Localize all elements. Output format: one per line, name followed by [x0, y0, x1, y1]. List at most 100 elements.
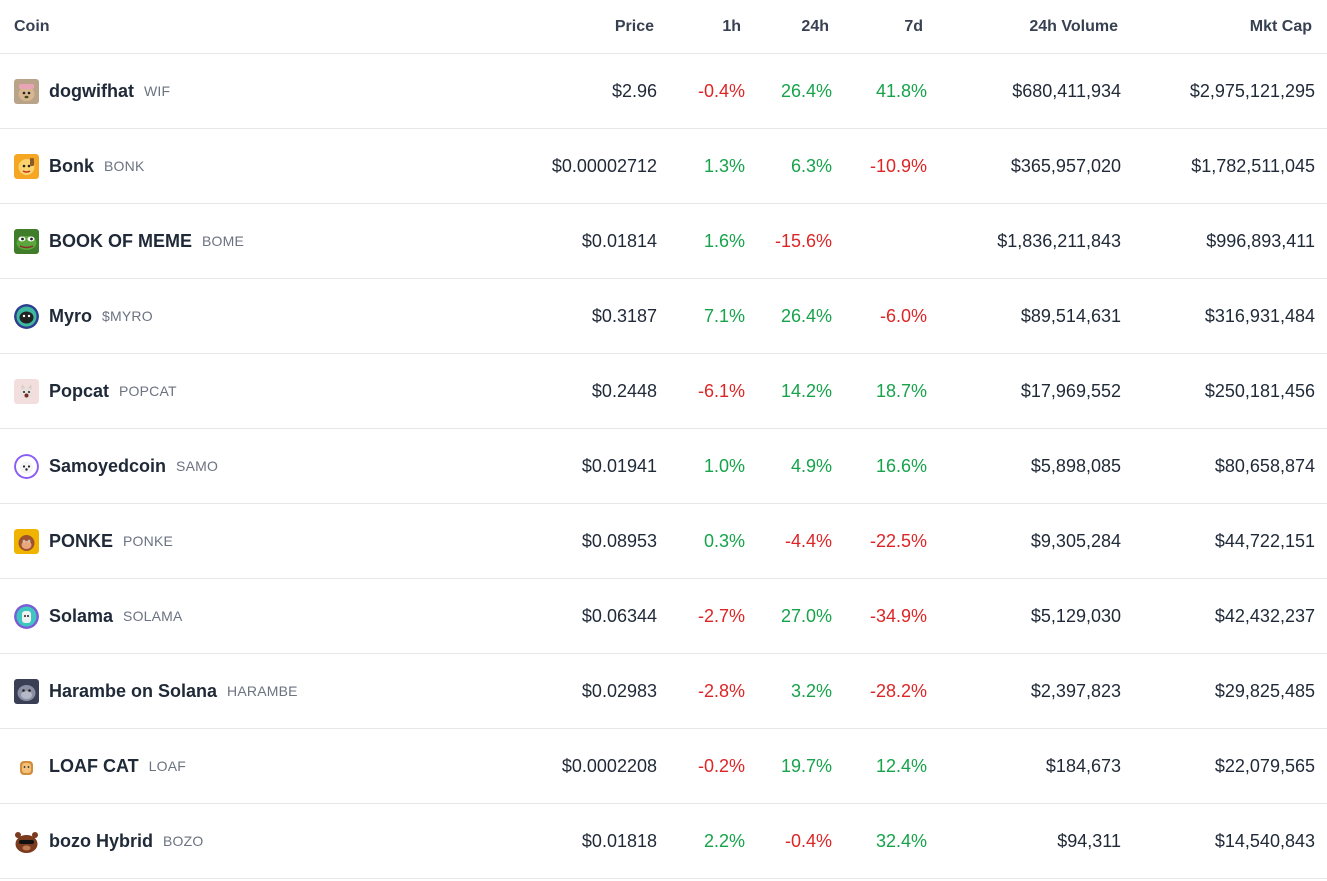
market-cap-cell: $996,893,411: [1206, 230, 1315, 251]
volume-24h-cell: $9,305,284: [1030, 530, 1121, 551]
bread-loaf-icon: [14, 753, 39, 779]
coin-cell[interactable]: Harambe on Solana HARAMBE: [14, 654, 434, 728]
table-row[interactable]: Bonk BONK $0.00002712 1.3% 6.3% -10.9% $365,95…: [0, 129, 1327, 204]
coin-cell[interactable]: Solama SOLAMA: [14, 579, 434, 653]
coin-symbol: HARAMBE: [227, 683, 298, 699]
change-1h-cell: 2.2%: [703, 830, 745, 851]
table-body: dogwifhat WIF $2.96 -0.4% 26.4% 41.8% $680,411…: [0, 54, 1327, 879]
coin-symbol: BONK: [104, 158, 145, 174]
table-row[interactable]: Samoyedcoin SAMO $0.01941 1.0% 4.9% 16.6% $5,8…: [0, 429, 1327, 504]
coin-name[interactable]: BOOK OF MEME: [49, 231, 192, 252]
change-7d-cell: 16.6%: [875, 455, 927, 476]
popcat-icon: [14, 378, 39, 404]
change-24h-cell: 27.0%: [780, 605, 832, 626]
table-row[interactable]: Myro $MYRO $0.3187 7.1% 26.4% -6.0% $89,514,63…: [0, 279, 1327, 354]
change-1h-cell: -2.8%: [697, 680, 745, 701]
change-7d-cell: 41.8%: [875, 80, 927, 101]
coin-cell[interactable]: PONKE PONKE: [14, 504, 434, 578]
coin-cell[interactable]: Popcat POPCAT: [14, 354, 434, 428]
change-1h-cell: -0.2%: [697, 755, 745, 776]
market-cap-cell: $42,432,237: [1214, 605, 1315, 626]
coin-name[interactable]: Myro: [49, 306, 92, 327]
header-24h-volume[interactable]: 24h Volume: [1029, 0, 1118, 53]
change-24h-cell: 26.4%: [780, 305, 832, 326]
header-price[interactable]: Price: [615, 0, 654, 53]
header-1h[interactable]: 1h: [722, 0, 741, 53]
bozo-bear-icon: [14, 828, 39, 854]
coin-name[interactable]: PONKE: [49, 531, 113, 552]
table-row[interactable]: Harambe on Solana HARAMBE $0.02983 -2.8% 3.2…: [0, 654, 1327, 729]
table-row[interactable]: LOAF CAT LOAF $0.0002208 -0.2% 19.7% 12.4% $18…: [0, 729, 1327, 804]
header-coin[interactable]: Coin: [14, 0, 434, 53]
table-row[interactable]: dogwifhat WIF $2.96 -0.4% 26.4% 41.8% $680,411…: [0, 54, 1327, 129]
market-cap-cell: $44,722,151: [1214, 530, 1315, 551]
change-7d-cell: -34.9%: [869, 605, 927, 626]
change-1h-cell: 1.0%: [703, 455, 745, 476]
change-7d-cell: -22.5%: [869, 530, 927, 551]
solama-llama-icon: [14, 603, 39, 629]
price-cell: $0.02983: [581, 680, 657, 701]
harambe-gorilla-icon: [14, 678, 39, 704]
coin-cell[interactable]: BOOK OF MEME BOME: [14, 204, 434, 278]
table-row[interactable]: Solama SOLAMA $0.06344 -2.7% 27.0% -34.9% $5,1…: [0, 579, 1327, 654]
price-cell: $0.2448: [591, 380, 657, 401]
change-24h-cell: 26.4%: [780, 80, 832, 101]
price-cell: $0.01941: [581, 455, 657, 476]
coin-name[interactable]: Samoyedcoin: [49, 456, 166, 477]
coin-name[interactable]: LOAF CAT: [49, 756, 139, 777]
change-7d-cell: 18.7%: [875, 380, 927, 401]
coin-symbol: PONKE: [123, 533, 174, 549]
coin-name[interactable]: Popcat: [49, 381, 109, 402]
coin-name[interactable]: bozo Hybrid: [49, 831, 153, 852]
price-cell: $2.96: [611, 80, 657, 101]
table-header: Coin Price 1h 24h 7d 24h Volume Mkt Cap: [0, 0, 1327, 54]
volume-24h-cell: $89,514,631: [1020, 305, 1121, 326]
coin-cell[interactable]: Bonk BONK: [14, 129, 434, 203]
table-row[interactable]: PONKE PONKE $0.08953 0.3% -4.4% -22.5% $9,305,…: [0, 504, 1327, 579]
table-row[interactable]: bozo Hybrid BOZO $0.01818 2.2% -0.4% 32.4% $94…: [0, 804, 1327, 879]
coin-cell[interactable]: LOAF CAT LOAF: [14, 729, 434, 803]
bonk-dog-icon: [14, 153, 39, 179]
change-7d-cell: 12.4%: [875, 755, 927, 776]
coin-name[interactable]: Solama: [49, 606, 113, 627]
change-24h-cell: 6.3%: [790, 155, 832, 176]
price-cell: $0.00002712: [551, 155, 657, 176]
price-cell: $0.0002208: [561, 755, 657, 776]
price-cell: $0.08953: [581, 530, 657, 551]
change-1h-cell: -0.4%: [697, 80, 745, 101]
market-cap-cell: $29,825,485: [1214, 680, 1315, 701]
price-cell: $0.01814: [581, 230, 657, 251]
coin-cell[interactable]: dogwifhat WIF: [14, 54, 434, 128]
market-cap-cell: $250,181,456: [1204, 380, 1315, 401]
change-7d-cell: -6.0%: [879, 305, 927, 326]
coin-table: Coin Price 1h 24h 7d 24h Volume Mkt Cap …: [0, 0, 1327, 879]
coin-symbol: BOZO: [163, 833, 204, 849]
coin-cell[interactable]: Samoyedcoin SAMO: [14, 429, 434, 503]
coin-symbol: SAMO: [176, 458, 219, 474]
market-cap-cell: $14,540,843: [1214, 830, 1315, 851]
header-7d[interactable]: 7d: [904, 0, 923, 53]
header-mkt-cap[interactable]: Mkt Cap: [1250, 0, 1312, 53]
volume-24h-cell: $5,129,030: [1030, 605, 1121, 626]
change-1h-cell: -2.7%: [697, 605, 745, 626]
change-24h-cell: 14.2%: [780, 380, 832, 401]
volume-24h-cell: $680,411,934: [1012, 80, 1121, 101]
market-cap-cell: $2,975,121,295: [1189, 80, 1315, 101]
volume-24h-cell: $94,311: [1057, 830, 1121, 851]
volume-24h-cell: $184,673: [1045, 755, 1121, 776]
coin-symbol: BOME: [202, 233, 245, 249]
market-cap-cell: $80,658,874: [1214, 455, 1315, 476]
samoyed-icon: [14, 453, 39, 479]
coin-name[interactable]: Harambe on Solana: [49, 681, 217, 702]
change-24h-cell: -0.4%: [784, 830, 832, 851]
coin-name[interactable]: dogwifhat: [49, 81, 134, 102]
coin-cell[interactable]: Myro $MYRO: [14, 279, 434, 353]
price-cell: $0.06344: [581, 605, 657, 626]
coin-name[interactable]: Bonk: [49, 156, 94, 177]
table-row[interactable]: Popcat POPCAT $0.2448 -6.1% 14.2% 18.7% $17,96…: [0, 354, 1327, 429]
header-24h[interactable]: 24h: [801, 0, 829, 53]
market-cap-cell: $1,782,511,045: [1191, 155, 1315, 176]
dog-hat-icon: [14, 78, 39, 104]
table-row[interactable]: BOOK OF MEME BOME $0.01814 1.6% -15.6% $1,836…: [0, 204, 1327, 279]
coin-cell[interactable]: bozo Hybrid BOZO: [14, 804, 434, 878]
